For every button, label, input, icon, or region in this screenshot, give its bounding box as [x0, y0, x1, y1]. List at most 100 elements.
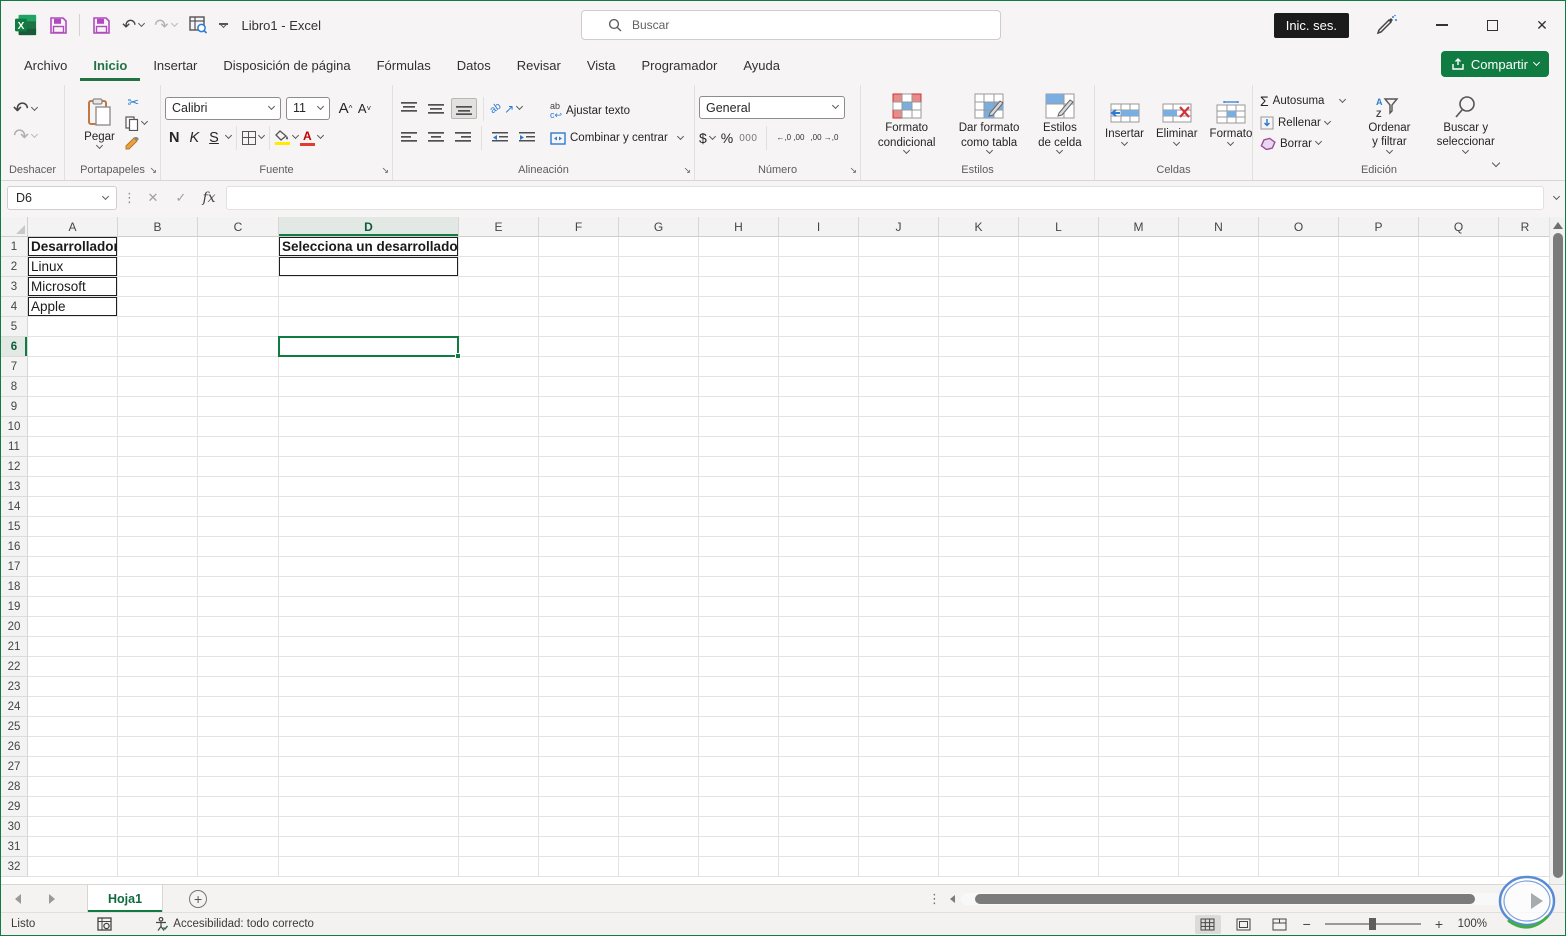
cell-N16[interactable]: [1179, 537, 1259, 557]
cell-D17[interactable]: [279, 557, 459, 577]
row-header-13[interactable]: 13: [1, 477, 28, 497]
cell-H28[interactable]: [699, 777, 779, 797]
cell-A4[interactable]: Apple: [28, 297, 118, 317]
cell-L11[interactable]: [1019, 437, 1099, 457]
cell-O14[interactable]: [1259, 497, 1339, 517]
cell-A18[interactable]: [28, 577, 118, 597]
cell-M2[interactable]: [1099, 257, 1179, 277]
cell-F9[interactable]: [539, 397, 619, 417]
underline-button[interactable]: S: [205, 130, 232, 146]
cell-N20[interactable]: [1179, 617, 1259, 637]
cell-C16[interactable]: [198, 537, 279, 557]
cell-M20[interactable]: [1099, 617, 1179, 637]
cell-M15[interactable]: [1099, 517, 1179, 537]
cell-N21[interactable]: [1179, 637, 1259, 657]
cell-G25[interactable]: [619, 717, 699, 737]
cell-P12[interactable]: [1339, 457, 1419, 477]
cell-L3[interactable]: [1019, 277, 1099, 297]
cell-A19[interactable]: [28, 597, 118, 617]
fill-handle[interactable]: [455, 353, 461, 359]
column-header-D[interactable]: D: [279, 217, 459, 237]
cell-H25[interactable]: [699, 717, 779, 737]
cell-Q17[interactable]: [1419, 557, 1499, 577]
cell-R7[interactable]: [1499, 357, 1552, 377]
cell-R27[interactable]: [1499, 757, 1552, 777]
cell-styles-button[interactable]: Estilos de celda: [1030, 89, 1090, 157]
cell-L9[interactable]: [1019, 397, 1099, 417]
cell-E9[interactable]: [459, 397, 539, 417]
cell-O31[interactable]: [1259, 837, 1339, 857]
redo-button[interactable]: ↷: [154, 17, 178, 34]
cell-I10[interactable]: [779, 417, 859, 437]
format-cells-button[interactable]: Formato: [1204, 97, 1259, 148]
cell-G13[interactable]: [619, 477, 699, 497]
cell-K21[interactable]: [939, 637, 1019, 657]
cell-N11[interactable]: [1179, 437, 1259, 457]
row-header-29[interactable]: 29: [1, 797, 28, 817]
cell-R18[interactable]: [1499, 577, 1552, 597]
cell-K8[interactable]: [939, 377, 1019, 397]
cell-R26[interactable]: [1499, 737, 1552, 757]
cell-B10[interactable]: [118, 417, 198, 437]
cell-B28[interactable]: [118, 777, 198, 797]
cell-O10[interactable]: [1259, 417, 1339, 437]
cell-B14[interactable]: [118, 497, 198, 517]
cell-E20[interactable]: [459, 617, 539, 637]
cell-D29[interactable]: [279, 797, 459, 817]
row-header-2[interactable]: 2: [1, 257, 28, 277]
cell-I14[interactable]: [779, 497, 859, 517]
cell-I28[interactable]: [779, 777, 859, 797]
cell-K17[interactable]: [939, 557, 1019, 577]
cell-P31[interactable]: [1339, 837, 1419, 857]
cell-F3[interactable]: [539, 277, 619, 297]
cell-J13[interactable]: [859, 477, 939, 497]
cell-C2[interactable]: [198, 257, 279, 277]
italic-button[interactable]: K: [185, 130, 203, 146]
cell-P6[interactable]: [1339, 337, 1419, 357]
row-header-9[interactable]: 9: [1, 397, 28, 417]
cell-D11[interactable]: [279, 437, 459, 457]
cell-I23[interactable]: [779, 677, 859, 697]
cell-Q10[interactable]: [1419, 417, 1499, 437]
tab-disposicion[interactable]: Disposición de página: [210, 52, 363, 81]
sign-in-button[interactable]: Inic. ses.: [1273, 12, 1349, 38]
cell-F11[interactable]: [539, 437, 619, 457]
cell-H22[interactable]: [699, 657, 779, 677]
insert-cells-button[interactable]: Insertar: [1099, 97, 1150, 148]
tab-insertar[interactable]: Insertar: [140, 52, 210, 81]
cell-K20[interactable]: [939, 617, 1019, 637]
cell-Q2[interactable]: [1419, 257, 1499, 277]
cell-C13[interactable]: [198, 477, 279, 497]
row-header-26[interactable]: 26: [1, 737, 28, 757]
cell-F1[interactable]: [539, 237, 619, 257]
cell-C14[interactable]: [198, 497, 279, 517]
cell-M10[interactable]: [1099, 417, 1179, 437]
cell-J19[interactable]: [859, 597, 939, 617]
cell-O5[interactable]: [1259, 317, 1339, 337]
cell-I17[interactable]: [779, 557, 859, 577]
cell-G23[interactable]: [619, 677, 699, 697]
cell-M6[interactable]: [1099, 337, 1179, 357]
cell-G22[interactable]: [619, 657, 699, 677]
cell-R1[interactable]: [1499, 237, 1552, 257]
cell-L25[interactable]: [1019, 717, 1099, 737]
cell-E17[interactable]: [459, 557, 539, 577]
cell-H18[interactable]: [699, 577, 779, 597]
cell-C22[interactable]: [198, 657, 279, 677]
row-header-4[interactable]: 4: [1, 297, 28, 317]
cell-D32[interactable]: [279, 857, 459, 877]
cell-F29[interactable]: [539, 797, 619, 817]
column-header-Q[interactable]: Q: [1419, 217, 1499, 237]
cell-O1[interactable]: [1259, 237, 1339, 257]
cell-K16[interactable]: [939, 537, 1019, 557]
cell-Q14[interactable]: [1419, 497, 1499, 517]
cell-L1[interactable]: [1019, 237, 1099, 257]
cell-R13[interactable]: [1499, 477, 1552, 497]
tab-datos[interactable]: Datos: [444, 52, 504, 81]
cell-O24[interactable]: [1259, 697, 1339, 717]
cell-O12[interactable]: [1259, 457, 1339, 477]
cell-D4[interactable]: [279, 297, 459, 317]
cell-P14[interactable]: [1339, 497, 1419, 517]
cell-O30[interactable]: [1259, 817, 1339, 837]
cell-A30[interactable]: [28, 817, 118, 837]
